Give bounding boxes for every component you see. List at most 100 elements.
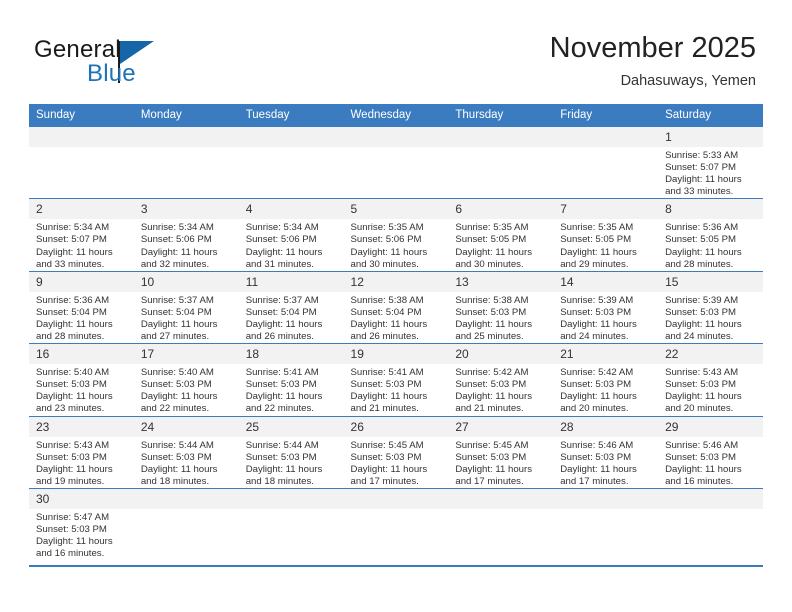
calendar-day-cell[interactable]: 16 Sunrise: 5:40 AM Sunset: 5:03 PM Dayligh…: [29, 343, 134, 416]
day-info: Sunrise: 5:45 AM Sunset: 5:03 PM Daylight:…: [448, 437, 553, 488]
calendar-day-cell[interactable]: 25 Sunrise: 5:44 AM Sunset: 5:03 PM Dayligh…: [238, 415, 344, 489]
calendar-day-cell[interactable]: 7 Sunrise: 5:35 AM Sunset: 5:05 PM Daylight…: [553, 198, 659, 272]
day-number: 25: [238, 416, 344, 437]
calendar-day-cell-empty: [448, 487, 554, 561]
day-info: Sunrise: 5:46 AM Sunset: 5:03 PM Daylight:…: [658, 437, 763, 488]
day-number: [658, 488, 763, 509]
day-info: Sunrise: 5:39 AM Sunset: 5:03 PM Daylight:…: [658, 292, 763, 343]
daylight-text: Daylight: 11 hours and 22 minutes.: [140, 391, 218, 415]
calendar-day-cell[interactable]: 1 Sunrise: 5:33 AM Sunset: 5:07 PM Daylight…: [658, 125, 763, 199]
day-info: Sunrise: 5:40 AM Sunset: 5:03 PM Daylight:…: [134, 364, 239, 415]
sunset-text: Sunset: 5:05 PM: [560, 234, 632, 246]
calendar-day-cell[interactable]: 27 Sunrise: 5:45 AM Sunset: 5:03 PM Dayligh…: [448, 415, 554, 489]
day-number: [133, 127, 239, 147]
daylight-text: Daylight: 11 hours and 22 minutes.: [245, 391, 323, 415]
calendar-day-cell[interactable]: 12 Sunrise: 5:38 AM Sunset: 5:04 PM Dayligh…: [343, 270, 449, 344]
calendar-day-cell[interactable]: 2 Sunrise: 5:34 AM Sunset: 5:07 PM Daylight…: [29, 198, 134, 272]
sunset-text: Sunset: 5:03 PM: [245, 379, 317, 391]
daylight-text: Daylight: 11 hours and 17 minutes.: [455, 463, 532, 487]
sunrise-text: Sunrise: 5:43 AM: [665, 367, 739, 379]
calendar-day-cell[interactable]: 28 Sunrise: 5:46 AM Sunset: 5:03 PM Dayligh…: [553, 415, 659, 489]
logo-text-blue: Blue: [87, 60, 136, 87]
day-number: 10: [133, 271, 239, 292]
calendar-week-row: 23 Sunrise: 5:43 AM Sunset: 5:03 PM Dayligh…: [29, 415, 763, 489]
calendar-day-cell[interactable]: 19 Sunrise: 5:41 AM Sunset: 5:03 PM Dayligh…: [343, 343, 449, 416]
sunrise-text: Sunrise: 5:45 AM: [350, 439, 424, 451]
sunset-text: Sunset: 5:03 PM: [455, 379, 527, 391]
daylight-text: Daylight: 11 hours and 26 minutes.: [245, 318, 323, 343]
calendar-day-cell[interactable]: 10 Sunrise: 5:37 AM Sunset: 5:04 PM Dayligh…: [133, 270, 239, 344]
calendar-day-cell[interactable]: 18 Sunrise: 5:41 AM Sunset: 5:03 PM Dayligh…: [238, 343, 344, 416]
calendar-day-cell[interactable]: 6 Sunrise: 5:35 AM Sunset: 5:05 PM Daylight…: [448, 198, 554, 272]
day-info: Sunrise: 5:35 AM Sunset: 5:05 PM Daylight:…: [448, 219, 553, 270]
day-number: 3: [133, 199, 239, 220]
calendar-day-cell[interactable]: 23 Sunrise: 5:43 AM Sunset: 5:03 PM Dayligh…: [29, 415, 134, 489]
daylight-text: Daylight: 11 hours and 32 minutes.: [140, 246, 218, 270]
calendar-day-cell-empty: [238, 487, 344, 561]
calendar-day-cell-empty: [553, 125, 659, 199]
daylight-text: Daylight: 11 hours and 30 minutes.: [350, 246, 428, 270]
day-number: [553, 127, 659, 147]
day-number: [343, 127, 449, 147]
calendar-day-cell[interactable]: 30 Sunrise: 5:47 AM Sunset: 5:03 PM Dayligh…: [29, 487, 134, 561]
day-number: 12: [343, 271, 449, 292]
calendar-day-cell-empty: [133, 487, 239, 561]
calendar-day-cell[interactable]: 24 Sunrise: 5:44 AM Sunset: 5:03 PM Dayligh…: [133, 415, 239, 489]
sunset-text: Sunset: 5:03 PM: [455, 306, 527, 318]
calendar-day-cell[interactable]: 15 Sunrise: 5:39 AM Sunset: 5:03 PM Dayligh…: [658, 270, 763, 344]
page-subtitle: Dahasuways, Yemen: [620, 73, 756, 89]
sunset-text: Sunset: 5:03 PM: [560, 306, 632, 318]
day-info: Sunrise: 5:39 AM Sunset: 5:03 PM Daylight:…: [553, 292, 658, 343]
daylight-text: Daylight: 11 hours and 26 minutes.: [350, 318, 428, 343]
day-number: 14: [553, 271, 659, 292]
calendar-day-cell[interactable]: 14 Sunrise: 5:39 AM Sunset: 5:03 PM Dayligh…: [553, 270, 659, 344]
calendar-day-cell[interactable]: 29 Sunrise: 5:46 AM Sunset: 5:03 PM Dayligh…: [658, 415, 763, 489]
day-number: 28: [553, 416, 659, 437]
day-number: 5: [343, 199, 449, 220]
calendar-day-cell[interactable]: 8 Sunrise: 5:36 AM Sunset: 5:05 PM Daylight…: [658, 198, 763, 272]
calendar-week-row: 1 Sunrise: 5:33 AM Sunset: 5:07 PM Daylight…: [29, 125, 763, 199]
day-info: Sunrise: 5:46 AM Sunset: 5:03 PM Daylight:…: [553, 437, 658, 488]
day-info: Sunrise: 5:45 AM Sunset: 5:03 PM Daylight:…: [344, 437, 449, 488]
day-info: Sunrise: 5:38 AM Sunset: 5:04 PM Daylight:…: [344, 292, 449, 343]
sunrise-text: Sunrise: 5:40 AM: [36, 367, 110, 379]
day-info: Sunrise: 5:35 AM Sunset: 5:05 PM Daylight:…: [553, 219, 658, 270]
day-info: Sunrise: 5:34 AM Sunset: 5:06 PM Daylight:…: [239, 219, 344, 270]
calendar-day-cell[interactable]: 9 Sunrise: 5:36 AM Sunset: 5:04 PM Daylight…: [29, 270, 134, 344]
calendar-day-cell[interactable]: 11 Sunrise: 5:37 AM Sunset: 5:04 PM Dayligh…: [238, 270, 344, 344]
calendar-week-row: 30 Sunrise: 5:47 AM Sunset: 5:03 PM Dayligh…: [29, 487, 763, 561]
sunrise-text: Sunrise: 5:33 AM: [665, 150, 739, 161]
daylight-text: Daylight: 11 hours and 17 minutes.: [350, 463, 428, 487]
calendar-day-cell[interactable]: 4 Sunrise: 5:34 AM Sunset: 5:06 PM Daylight…: [238, 198, 344, 272]
sunrise-text: Sunrise: 5:34 AM: [36, 222, 110, 234]
day-number: 4: [238, 199, 344, 220]
calendar-day-cell[interactable]: 17 Sunrise: 5:40 AM Sunset: 5:03 PM Dayligh…: [133, 343, 239, 416]
day-info: Sunrise: 5:36 AM Sunset: 5:04 PM Daylight:…: [29, 292, 134, 343]
day-number: 17: [133, 344, 239, 365]
day-info: Sunrise: 5:43 AM Sunset: 5:03 PM Daylight:…: [29, 437, 134, 488]
day-number: 15: [658, 271, 763, 292]
general-blue-logo[interactable]: General Blue: [34, 36, 214, 92]
day-info: Sunrise: 5:40 AM Sunset: 5:03 PM Daylight:…: [29, 364, 134, 415]
daylight-text: Daylight: 11 hours and 20 minutes.: [560, 391, 637, 415]
calendar-day-cell-empty: [343, 125, 449, 199]
daylight-text: Daylight: 11 hours and 33 minutes.: [36, 246, 113, 270]
daylight-text: Daylight: 11 hours and 28 minutes.: [665, 246, 742, 270]
sunrise-text: Sunrise: 5:45 AM: [455, 439, 529, 451]
calendar-day-cell[interactable]: 22 Sunrise: 5:43 AM Sunset: 5:03 PM Dayligh…: [658, 343, 763, 416]
calendar-day-cell[interactable]: 13 Sunrise: 5:38 AM Sunset: 5:03 PM Dayligh…: [448, 270, 554, 344]
calendar-day-cell[interactable]: 26 Sunrise: 5:45 AM Sunset: 5:03 PM Dayligh…: [343, 415, 449, 489]
calendar-day-cell[interactable]: 3 Sunrise: 5:34 AM Sunset: 5:06 PM Daylight…: [133, 198, 239, 272]
day-number: [448, 127, 554, 147]
day-number: 18: [238, 344, 344, 365]
day-number: 19: [343, 344, 449, 365]
sunset-text: Sunset: 5:07 PM: [36, 234, 107, 246]
daylight-text: Daylight: 11 hours and 19 minutes.: [36, 463, 113, 487]
weekday-header-wednesday: Wednesday: [343, 104, 449, 127]
calendar-week-row: 16 Sunrise: 5:40 AM Sunset: 5:03 PM Dayligh…: [29, 343, 763, 416]
sunset-text: Sunset: 5:04 PM: [350, 306, 422, 318]
calendar-day-cell[interactable]: 20 Sunrise: 5:42 AM Sunset: 5:03 PM Dayligh…: [448, 343, 554, 416]
calendar-day-cell[interactable]: 21 Sunrise: 5:42 AM Sunset: 5:03 PM Dayligh…: [553, 343, 659, 416]
sunset-text: Sunset: 5:03 PM: [560, 451, 632, 463]
calendar-day-cell[interactable]: 5 Sunrise: 5:35 AM Sunset: 5:06 PM Daylight…: [343, 198, 449, 272]
